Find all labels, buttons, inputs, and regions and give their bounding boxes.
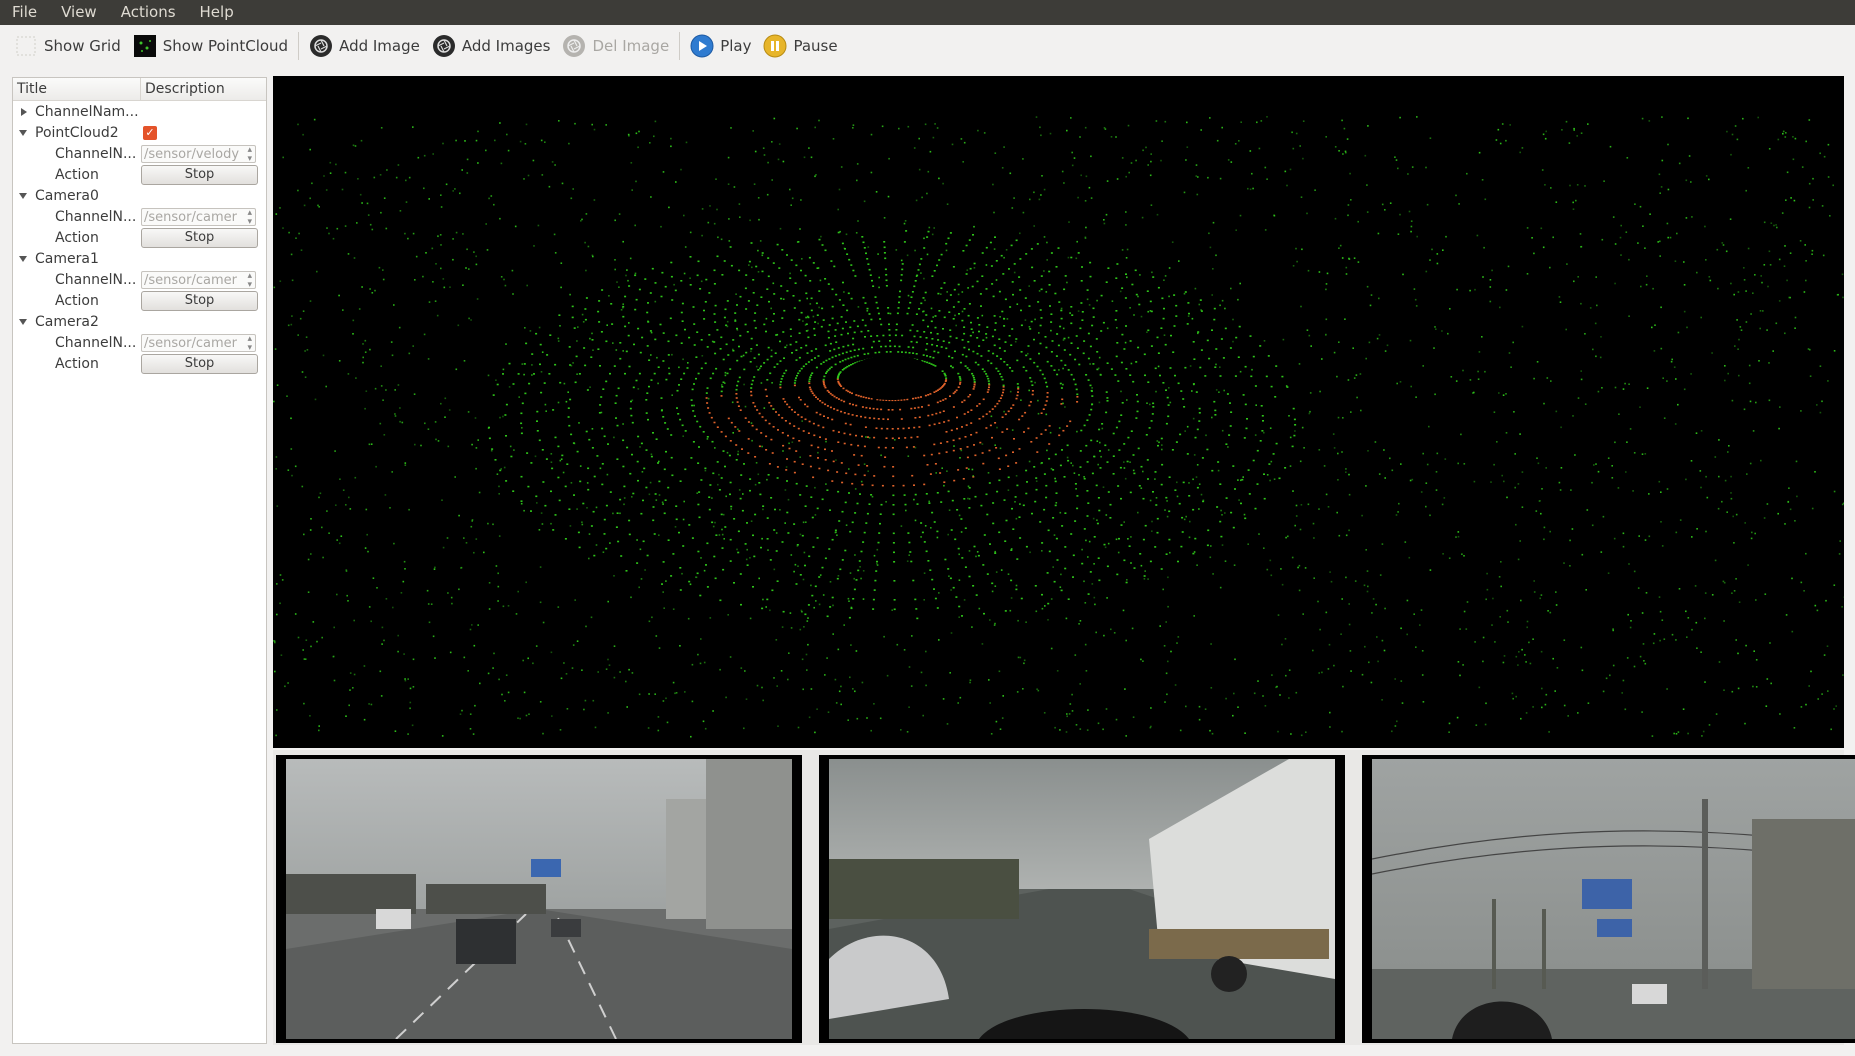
expand-arrow-icon[interactable]	[21, 107, 27, 116]
channel-tree-panel: Title Description ChannelNam... PointClo…	[12, 77, 267, 1044]
channel-value: /sensor/camer	[144, 272, 237, 288]
updown-arrows-icon: ▴ ▾	[247, 207, 252, 226]
tree-row-camera0[interactable]: Camera0	[13, 185, 266, 206]
pause-button[interactable]: Pause	[757, 30, 843, 62]
channel-combobox[interactable]: /sensor/camer ▴ ▾	[141, 333, 256, 352]
show-grid-label: Show Grid	[44, 36, 121, 55]
channel-label: ChannelN...	[55, 208, 137, 225]
camera-image-strip	[273, 750, 1855, 1045]
play-button[interactable]: Play	[684, 30, 757, 62]
tree-item-label: Camera1	[35, 250, 99, 267]
updown-arrows-icon: ▴ ▾	[247, 270, 252, 289]
channel-label: ChannelN...	[55, 271, 137, 288]
channel-label: ChannelN...	[55, 145, 137, 162]
camera1-image	[829, 759, 1335, 1039]
tree-row-camera1[interactable]: Camera1	[13, 248, 266, 269]
tree-row-action: Action Stop	[13, 290, 266, 311]
menu-view[interactable]: View	[49, 0, 109, 25]
toolbar-separator	[298, 31, 300, 60]
tree-row-camera2[interactable]: Camera2	[13, 311, 266, 332]
channel-combobox[interactable]: /sensor/camer ▴ ▾	[141, 207, 256, 226]
pause-icon	[763, 34, 787, 58]
menu-help[interactable]: Help	[188, 0, 246, 25]
tree-row-channel: ChannelN... /sensor/camer ▴ ▾	[13, 269, 266, 290]
updown-arrows-icon: ▴ ▾	[247, 144, 252, 163]
del-image-button[interactable]: Del Image	[556, 30, 675, 62]
tree-row-pointcloud2[interactable]: PointCloud2 ✓	[13, 122, 266, 143]
stop-button[interactable]: Stop	[141, 290, 258, 311]
action-label: Action	[55, 229, 99, 246]
channel-combobox[interactable]: /sensor/camer ▴ ▾	[141, 270, 256, 289]
lidar-scatter	[273, 116, 1844, 738]
header-description[interactable]: Description	[141, 78, 266, 100]
menu-file[interactable]: File	[0, 0, 49, 25]
del-image-label: Del Image	[592, 36, 670, 55]
stop-button[interactable]: Stop	[141, 353, 258, 374]
tree-row-channel: ChannelN... /sensor/camer ▴ ▾	[13, 206, 266, 227]
play-icon	[690, 34, 714, 58]
channel-label: ChannelN...	[55, 334, 137, 351]
toolbar: Show Grid Show PointCloud Add Image Add …	[0, 25, 1855, 66]
tree-item-label: Camera0	[35, 187, 99, 204]
pause-label: Pause	[793, 36, 838, 55]
action-label: Action	[55, 355, 99, 372]
camera-aperture-icon	[432, 34, 456, 58]
stop-button[interactable]: Stop	[141, 164, 258, 185]
add-image-label: Add Image	[339, 36, 420, 55]
toolbar-separator	[679, 31, 681, 60]
stop-button[interactable]: Stop	[141, 227, 258, 248]
camera0-view[interactable]	[276, 755, 802, 1043]
tree-item-label: PointCloud2	[35, 124, 119, 141]
camera1-view[interactable]	[819, 755, 1345, 1043]
add-images-label: Add Images	[461, 36, 551, 55]
tree-row-action: Action Stop	[13, 227, 266, 248]
camera-aperture-icon	[562, 34, 586, 58]
tree-header: Title Description	[13, 78, 266, 101]
header-title[interactable]: Title	[13, 78, 141, 100]
show-pointcloud-button[interactable]: Show PointCloud	[127, 30, 294, 62]
enable-checkbox[interactable]: ✓	[143, 125, 157, 140]
show-grid-button[interactable]: Show Grid	[8, 30, 127, 62]
grid-icon	[14, 34, 38, 58]
menu-actions[interactable]: Actions	[109, 0, 188, 25]
pointcloud-viewport[interactable]	[273, 76, 1844, 748]
tree-row-action: Action Stop	[13, 164, 266, 185]
vehicle-origin	[843, 356, 939, 400]
channel-value: /sensor/velody	[144, 146, 240, 162]
pointcloud-render	[273, 116, 1844, 738]
menu-bar: File View Actions Help	[0, 0, 1855, 25]
action-label: Action	[55, 166, 99, 183]
collapse-arrow-icon[interactable]	[19, 318, 27, 325]
tree-row-channel: ChannelN... /sensor/velody ▴ ▾	[13, 143, 266, 164]
action-label: Action	[55, 292, 99, 309]
tree-item-label: Camera2	[35, 313, 99, 330]
play-label: Play	[720, 36, 752, 55]
add-image-button[interactable]: Add Image	[303, 30, 426, 62]
collapse-arrow-icon[interactable]	[19, 192, 27, 199]
show-pointcloud-label: Show PointCloud	[162, 36, 289, 55]
camera-aperture-icon	[309, 34, 333, 58]
tree-row-channelname[interactable]: ChannelNam...	[13, 101, 266, 122]
lidar-rings	[488, 230, 1297, 620]
collapse-arrow-icon[interactable]	[19, 129, 27, 136]
collapse-arrow-icon[interactable]	[19, 255, 27, 262]
camera2-view[interactable]	[1362, 755, 1855, 1043]
channel-value: /sensor/camer	[144, 335, 237, 351]
channel-combobox[interactable]: /sensor/velody ▴ ▾	[141, 144, 256, 163]
camera0-image	[286, 759, 792, 1039]
tree-item-label: ChannelNam...	[35, 103, 139, 120]
channel-value: /sensor/camer	[144, 209, 237, 225]
camera2-image	[1372, 759, 1855, 1039]
updown-arrows-icon: ▴ ▾	[247, 333, 252, 352]
tree-row-action: Action Stop	[13, 353, 266, 374]
add-images-button[interactable]: Add Images	[426, 30, 557, 62]
tree-row-channel: ChannelN... /sensor/camer ▴ ▾	[13, 332, 266, 353]
pointcloud-icon	[133, 34, 157, 58]
